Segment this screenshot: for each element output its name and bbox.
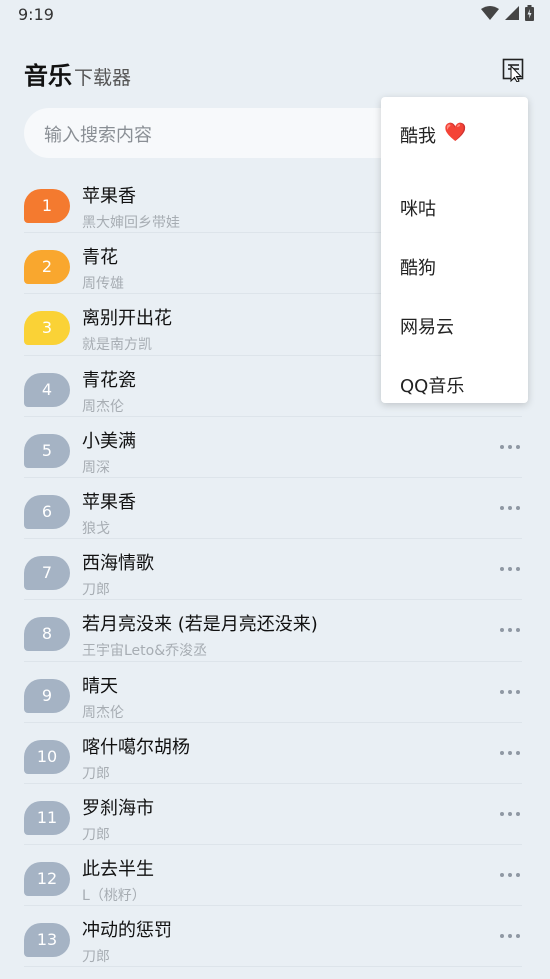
menu-item-source[interactable]: 酷我 ❤️	[381, 97, 528, 167]
song-row[interactable]: 8 若月亮没来 (若是月亮还没来) 王宇宙Leto&乔浚丞	[0, 600, 550, 662]
song-artist: 黑大婶回乡带娃	[82, 215, 180, 231]
song-title: 苹果香	[82, 186, 136, 207]
song-title: 冲动的惩罚	[82, 920, 172, 942]
search-placeholder: 输入搜索内容	[44, 125, 152, 146]
rank-badge: 10	[24, 739, 70, 774]
rank-badge: 11	[24, 800, 70, 835]
heart-icon: ❤️	[444, 122, 467, 143]
song-title: 喀什噶尔胡杨	[82, 736, 190, 758]
menu-item-source[interactable]: 网易云	[381, 285, 528, 344]
menu-item-label: QQ音乐	[400, 375, 465, 397]
song-artist: L（桃籽）	[82, 888, 146, 905]
rank-badge: 6	[24, 494, 70, 529]
song-artist: 刀郎	[82, 826, 110, 843]
rank-badge: 8	[24, 617, 70, 652]
song-artist: 周传雄	[82, 276, 124, 293]
rank-badge: 3	[24, 311, 70, 346]
source-menu-button[interactable]	[502, 58, 526, 83]
song-artist: 刀郎	[82, 949, 110, 966]
more-options-icon[interactable]	[498, 626, 522, 634]
wifi-icon	[481, 6, 499, 20]
app-subtitle: 下载器	[74, 67, 132, 89]
more-options-icon[interactable]	[498, 504, 522, 512]
song-row[interactable]: 9 晴天周杰伦	[0, 662, 550, 723]
song-artist: 刀郎	[82, 765, 110, 782]
menu-item-label: 酷我	[400, 126, 436, 147]
row-divider	[24, 966, 522, 968]
song-row[interactable]: 13 冲动的惩罚刀郎	[0, 906, 550, 968]
menu-item-source[interactable]: 咪咕	[381, 167, 528, 226]
menu-item-source[interactable]: 酷狗	[381, 226, 528, 285]
rank-badge: 9	[24, 678, 70, 713]
song-title: 青花	[82, 247, 118, 269]
more-options-icon[interactable]	[498, 443, 522, 451]
song-artist: 周深	[82, 459, 110, 476]
source-dropdown-menu: 酷我 ❤️ 咪咕酷狗网易云 QQ音乐	[381, 97, 528, 403]
song-title: 西海情歌	[82, 553, 154, 575]
rank-badge: 7	[24, 556, 70, 591]
song-row[interactable]: 11 罗刹海市刀郎	[0, 784, 550, 846]
menu-item-label: 咪咕	[400, 198, 436, 220]
song-title: 晴天	[82, 675, 118, 697]
rank-badge: 1	[24, 189, 70, 223]
rank-badge: 13	[24, 923, 70, 958]
more-options-icon[interactable]	[498, 871, 522, 879]
song-artist: 狼戈	[82, 520, 110, 537]
song-title: 青花瓷	[82, 369, 136, 391]
status-icons	[481, 5, 534, 21]
menu-item-label: 酷狗	[400, 257, 436, 279]
status-time: 9:19	[18, 5, 54, 24]
menu-item-source[interactable]: QQ音乐	[381, 344, 528, 403]
song-row[interactable]: 7 西海情歌刀郎	[0, 539, 550, 601]
app-header: 音乐 下载器	[24, 56, 131, 91]
rank-badge: 4	[24, 372, 70, 407]
more-options-icon[interactable]	[498, 932, 522, 940]
menu-item-label: 网易云	[400, 316, 454, 338]
more-options-icon[interactable]	[498, 810, 522, 818]
rank-badge: 5	[24, 433, 70, 468]
song-artist: 王宇宙Leto&乔浚丞	[82, 643, 208, 660]
status-bar: 9:19	[0, 0, 550, 32]
song-row[interactable]: 5 小美满周深	[0, 417, 550, 478]
rank-badge: 2	[24, 250, 70, 285]
signal-icon	[505, 6, 519, 20]
song-row[interactable]: 12 此去半生 L（桃籽）	[0, 845, 550, 907]
menu-icon	[502, 58, 524, 83]
song-title: 罗刹海市	[82, 797, 154, 819]
rank-badge: 12	[24, 862, 70, 897]
more-options-icon[interactable]	[498, 749, 522, 757]
app-title: 音乐	[24, 62, 72, 90]
song-artist: 刀郎	[82, 582, 110, 599]
song-title: 此去半生	[82, 859, 154, 881]
search-input[interactable]: 输入搜索内容	[24, 108, 424, 158]
song-title: 离别开出花	[82, 308, 172, 330]
more-options-icon[interactable]	[498, 565, 522, 573]
song-title: 若月亮没来 (若是月亮还没来)	[82, 614, 318, 636]
song-row[interactable]: 10 喀什噶尔胡杨刀郎	[0, 723, 550, 784]
song-artist: 周杰伦	[82, 704, 124, 721]
song-artist: 周杰伦	[82, 398, 124, 415]
battery-icon	[525, 5, 534, 21]
song-row[interactable]: 6 苹果香狼戈	[0, 478, 550, 540]
song-title: 小美满	[82, 430, 136, 452]
song-artist: 就是南方凯	[82, 337, 152, 354]
more-options-icon[interactable]	[498, 688, 522, 696]
song-title: 苹果香	[82, 491, 136, 513]
